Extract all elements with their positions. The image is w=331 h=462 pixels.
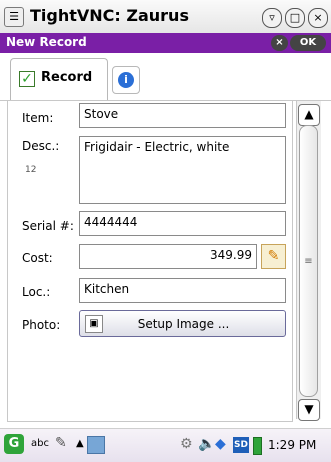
running-app-icon[interactable]	[87, 436, 105, 454]
start-button[interactable]: G	[4, 434, 24, 454]
serial-input[interactable]: 4444444	[79, 211, 286, 236]
pen-icon[interactable]: ✎	[55, 435, 67, 451]
input-toggle-arrow[interactable]: ▲	[76, 438, 84, 449]
maximize-button[interactable]: □	[285, 8, 305, 28]
tab-record[interactable]: ✓ Record	[10, 58, 108, 100]
cost-input[interactable]: 349.99	[79, 244, 257, 269]
grip-icon: ≡	[304, 256, 313, 267]
ok-button[interactable]: OK	[290, 35, 326, 51]
loc-input[interactable]: Kitchen	[79, 278, 286, 303]
pencil-icon[interactable]: ✎	[261, 244, 286, 269]
menu-icon[interactable]: ☰	[4, 7, 24, 27]
item-input[interactable]: Stove	[79, 103, 286, 128]
clock[interactable]: 1:29 PM	[268, 438, 316, 452]
speaker-icon[interactable]: 🔈	[198, 436, 215, 452]
info-icon: i	[118, 72, 134, 88]
desc-textarea[interactable]: Frigidair - Electric, white	[79, 136, 286, 204]
scroll-down-button[interactable]: ▼	[298, 399, 320, 421]
gear-icon[interactable]: ⚙	[180, 436, 193, 452]
serial-label: Serial #:	[22, 219, 74, 233]
setup-image-label: Setup Image ...	[137, 317, 230, 331]
side-marker: 12	[25, 165, 37, 175]
app-title: New Record	[6, 35, 87, 49]
app-header: New Record × OK	[0, 33, 331, 53]
battery-icon[interactable]	[253, 437, 262, 455]
photo-label: Photo:	[22, 318, 61, 332]
scrollbar-thumb[interactable]: ≡	[299, 125, 318, 397]
scroll-up-button[interactable]: ▲	[298, 104, 320, 126]
taskbar: G abc ✎ ▲ ⚙ 🔈 ◆ SD 1:29 PM	[0, 428, 331, 462]
check-icon: ✓	[19, 71, 35, 87]
cost-label: Cost:	[22, 251, 53, 265]
item-label: Item:	[22, 111, 54, 125]
shade-button[interactable]: ▿	[262, 8, 282, 28]
sd-card-icon[interactable]: SD	[233, 437, 249, 453]
tab-info[interactable]: i	[112, 66, 140, 94]
setup-image-button[interactable]: ▣ Setup Image ...	[79, 310, 286, 337]
input-mode-indicator[interactable]: abc	[31, 438, 49, 449]
desc-label: Desc.:	[22, 139, 60, 153]
network-icon[interactable]: ◆	[215, 436, 226, 452]
window-title: TightVNC: Zaurus	[30, 6, 189, 25]
tab-record-label: Record	[41, 70, 93, 85]
close-window-button[interactable]: ×	[308, 8, 328, 28]
loc-label: Loc.:	[22, 285, 51, 299]
cancel-button[interactable]: ×	[271, 35, 288, 51]
